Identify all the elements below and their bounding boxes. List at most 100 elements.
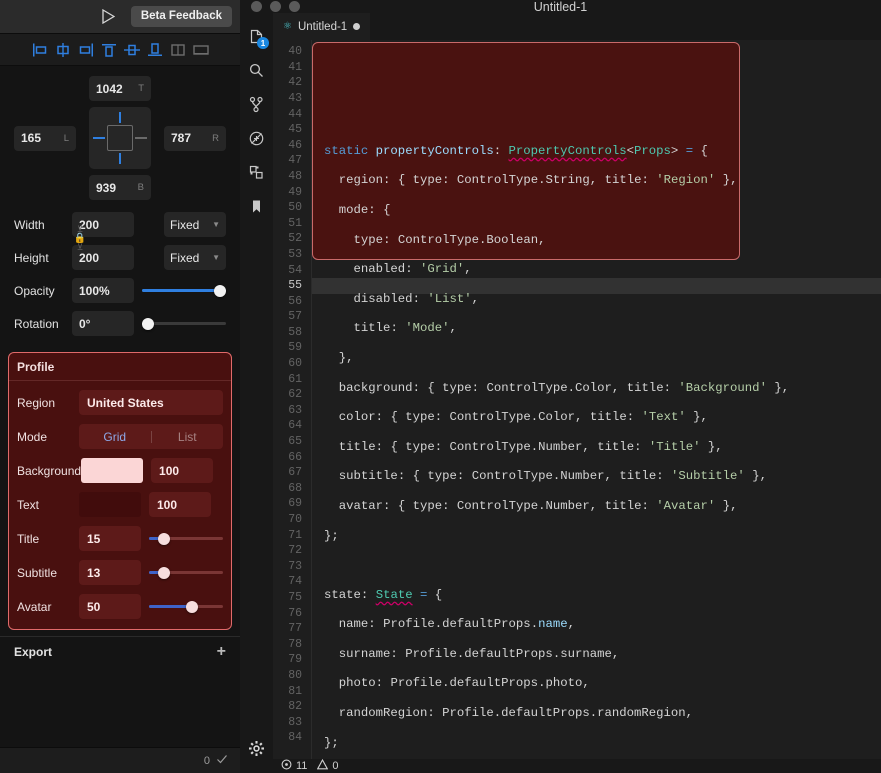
rotation-slider[interactable] (134, 311, 226, 336)
constraint-top-tick[interactable] (119, 112, 121, 123)
files-icon[interactable]: 1 (240, 19, 273, 53)
code-line: randomRegion: Profile.defaultProps.rando… (338, 706, 694, 721)
plus-icon[interactable]: + (217, 643, 226, 659)
position-right-field[interactable]: 787 R (164, 125, 226, 151)
beta-feedback-button[interactable]: Beta Feedback (130, 6, 232, 27)
constraint-right-tick[interactable] (135, 137, 147, 139)
line-number: 41 (288, 60, 302, 74)
line-number: 54 (288, 263, 302, 277)
title-size-knob[interactable] (157, 532, 170, 545)
region-row: Region United States (9, 390, 231, 415)
avatar-size-track (149, 600, 223, 613)
subtitle-size-knob[interactable] (157, 566, 170, 579)
align-bottom-icon[interactable] (144, 39, 166, 61)
warning-triangle-icon (317, 758, 329, 773)
editor-tab-bar: ⚛ Untitled-1 (273, 13, 881, 41)
rotation-knob[interactable] (142, 317, 154, 330)
error-status[interactable]: 11 (281, 759, 307, 773)
position-bottom-field[interactable]: 939 B (89, 175, 151, 200)
unsaved-dot-icon[interactable] (353, 23, 361, 31)
width-label: Width (14, 217, 45, 232)
height-mode-select[interactable]: Fixed ▼ (164, 245, 226, 270)
mode-option-list[interactable]: List (152, 430, 224, 444)
line-number: 74 (288, 575, 302, 589)
line-number: 62 (288, 388, 302, 402)
line-number: 59 (288, 341, 302, 355)
align-top-icon[interactable] (98, 39, 120, 61)
text-row: Text 100 (9, 492, 231, 517)
avatar-size-row: Avatar 50 (9, 594, 231, 619)
line-number: 44 (288, 107, 302, 121)
profile-property-card: Profile Region United States Mode Grid L… (8, 352, 232, 630)
export-section-header[interactable]: Export + (0, 636, 240, 666)
align-left-icon[interactable] (29, 39, 51, 61)
align-vertical-center-icon[interactable] (121, 39, 143, 61)
position-top-suffix: T (138, 83, 144, 94)
subtitle-size-input[interactable]: 13 (79, 560, 141, 585)
code-line: title: { type: ControlType.Number, title… (338, 439, 723, 454)
warning-status[interactable]: 0 (317, 758, 339, 773)
explorer-badge: 1 (257, 37, 269, 50)
line-number: 68 (288, 481, 302, 495)
align-right-icon[interactable] (75, 39, 97, 61)
tab-untitled-1[interactable]: ⚛ Untitled-1 (273, 13, 371, 41)
background-color-swatch[interactable] (81, 458, 144, 483)
code-editor[interactable]: 40 41 42 43 44 45 46 47 48 49 50 51 52 53 54 55 56 57 58 59… (273, 40, 881, 759)
code-line: background: { type: ControlType.Color, t… (338, 380, 790, 395)
avatar-size-slider[interactable] (141, 594, 223, 619)
extensions-icon[interactable] (240, 155, 273, 189)
source-control-icon[interactable] (240, 87, 273, 121)
line-number: 82 (288, 700, 302, 714)
text-opacity-input[interactable]: 100 (149, 492, 211, 517)
position-top-value: 1042 (96, 81, 123, 96)
line-number: 42 (288, 76, 302, 90)
subtitle-size-track (149, 566, 223, 579)
mode-option-grid[interactable]: Grid (79, 430, 151, 444)
chevron-down-icon: ▼ (212, 253, 220, 262)
search-icon[interactable] (240, 53, 273, 87)
avatar-size-knob[interactable] (186, 600, 198, 613)
opacity-label: Opacity (14, 283, 55, 298)
constraint-left-tick[interactable] (93, 137, 105, 139)
background-opacity-input[interactable]: 100 (151, 458, 214, 483)
constraints-pad[interactable] (89, 107, 151, 169)
region-input[interactable]: United States (79, 390, 223, 415)
line-number: 43 (288, 91, 302, 105)
rotation-input[interactable]: 0° (72, 311, 134, 336)
line-number: 83 (288, 715, 302, 729)
line-number: 63 (288, 403, 302, 417)
play-icon[interactable] (97, 6, 119, 28)
code-line: region: { type: ControlType.String, titl… (338, 173, 738, 188)
title-size-label: Title (17, 531, 40, 546)
width-mode-select[interactable]: Fixed ▼ (164, 212, 226, 237)
distribute-horizontal-icon[interactable] (167, 39, 189, 61)
align-horizontal-center-icon[interactable] (52, 39, 74, 61)
code-content[interactable]: static propertyControls: PropertyControl… (311, 40, 881, 759)
gear-icon[interactable] (240, 731, 273, 765)
line-number: 79 (288, 653, 302, 667)
subtitle-size-slider[interactable] (141, 560, 223, 585)
aspect-lock-group[interactable]: ⊻ 🔒 ⊻ (74, 225, 86, 252)
position-right-suffix: R (212, 132, 219, 144)
mode-segmented-control[interactable]: Grid List (79, 424, 223, 449)
line-number: 84 (288, 731, 302, 745)
title-size-slider[interactable] (141, 526, 223, 551)
distribute-vertical-icon[interactable] (190, 39, 212, 61)
background-opacity-value: 100 (159, 463, 180, 478)
opacity-input[interactable]: 100% (72, 278, 134, 303)
subtitle-size-label: Subtitle (17, 565, 58, 580)
position-top-field[interactable]: 1042 T (89, 76, 151, 101)
bookmark-icon[interactable] (240, 189, 273, 223)
rotation-track (142, 317, 226, 330)
debug-disabled-icon[interactable] (240, 121, 273, 155)
rotation-value: 0° (79, 316, 91, 331)
title-size-input[interactable]: 15 (79, 526, 141, 551)
avatar-size-input[interactable]: 50 (79, 594, 141, 619)
constraint-bottom-tick[interactable] (119, 153, 121, 164)
opacity-knob[interactable] (214, 284, 226, 297)
opacity-slider[interactable] (134, 278, 226, 303)
text-color-swatch[interactable] (79, 492, 141, 517)
position-left-field[interactable]: 165 L (14, 125, 76, 151)
